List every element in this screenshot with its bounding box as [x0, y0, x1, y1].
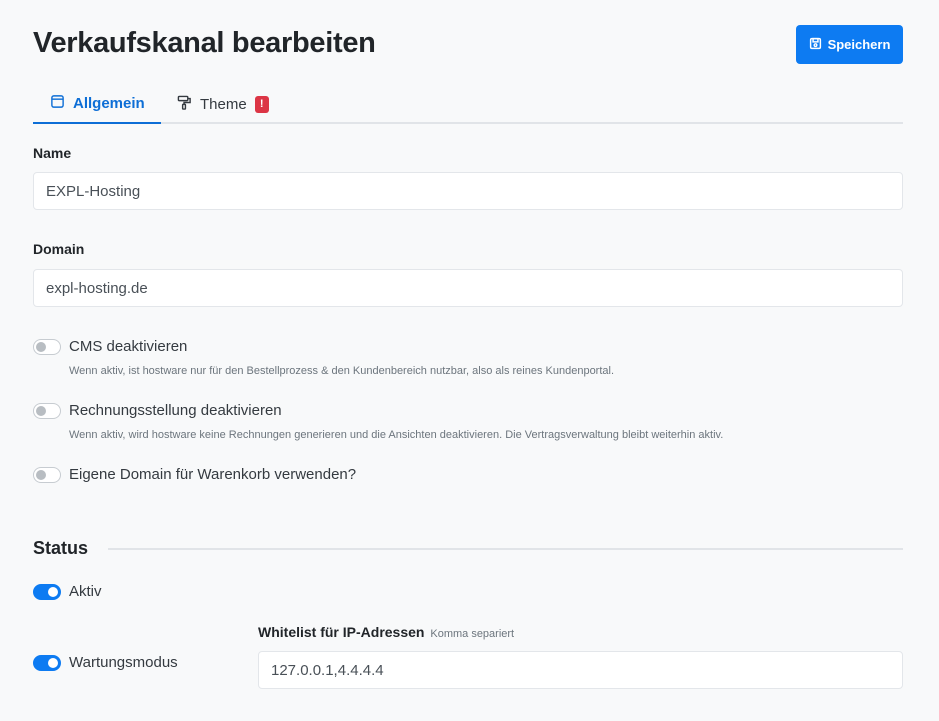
rechnungsstellung-label: Rechnungsstellung deaktivieren	[69, 402, 282, 419]
aktiv-switch[interactable]	[33, 583, 61, 600]
page-title: Verkaufskanal bearbeiten	[33, 27, 376, 59]
switch-knob	[36, 341, 46, 352]
switch-knob	[36, 405, 46, 416]
domain-input[interactable]	[33, 269, 903, 307]
tab-theme[interactable]: Theme !	[177, 84, 269, 124]
name-label: Name	[33, 145, 72, 161]
aktiv-toggle-row: Aktiv	[33, 583, 102, 600]
cms-deaktivieren-label: CMS deaktivieren	[69, 338, 188, 355]
rechnung-toggle-row: Rechnungsstellung deaktivieren	[33, 402, 282, 419]
save-icon	[809, 37, 822, 53]
status-section-title: Status	[33, 538, 89, 558]
cms-deaktivieren-switch[interactable]	[33, 338, 61, 355]
paint-roller-icon	[177, 95, 192, 114]
save-button-label: Speichern	[827, 37, 891, 52]
tab-allgemein[interactable]: Allgemein	[33, 84, 161, 124]
cms-deaktivieren-help: Wenn aktiv, ist hostware nur für den Bes…	[69, 365, 615, 377]
alert-badge: !	[254, 95, 269, 113]
whitelist-input[interactable]	[258, 651, 903, 689]
wartungsmodus-label: Wartungsmodus	[69, 654, 178, 671]
rechnungsstellung-switch[interactable]	[33, 402, 61, 419]
domain-label: Domain	[33, 241, 85, 257]
name-input[interactable]	[33, 172, 903, 210]
warenkorb-toggle-row: Eigene Domain für Warenkorb verwenden?	[33, 466, 356, 483]
whitelist-label-text: Whitelist für IP-Adressen	[258, 624, 425, 640]
switch-knob	[36, 469, 46, 480]
section-divider	[108, 548, 903, 550]
eigene-domain-label: Eigene Domain für Warenkorb verwenden?	[69, 466, 357, 483]
tab-bar: Allgemein Theme !	[33, 84, 903, 124]
whitelist-label: Whitelist für IP-Adressen Komma separier…	[258, 624, 514, 640]
cms-toggle-row: CMS deaktivieren	[33, 338, 187, 355]
save-button[interactable]: Speichern	[796, 25, 903, 64]
wartungsmodus-toggle-row: Wartungsmodus	[33, 654, 178, 671]
tab-allgemein-label: Allgemein	[73, 94, 145, 112]
whitelist-hint: Komma separiert	[430, 628, 515, 640]
window-icon	[50, 94, 65, 113]
eigene-domain-switch[interactable]	[33, 466, 61, 483]
rechnungsstellung-help: Wenn aktiv, wird hostware keine Rechnung…	[69, 429, 724, 441]
aktiv-label: Aktiv	[69, 583, 102, 600]
switch-knob	[48, 586, 58, 597]
switch-knob	[48, 657, 58, 668]
wartungsmodus-switch[interactable]	[33, 654, 61, 671]
tab-theme-label: Theme	[200, 95, 247, 113]
